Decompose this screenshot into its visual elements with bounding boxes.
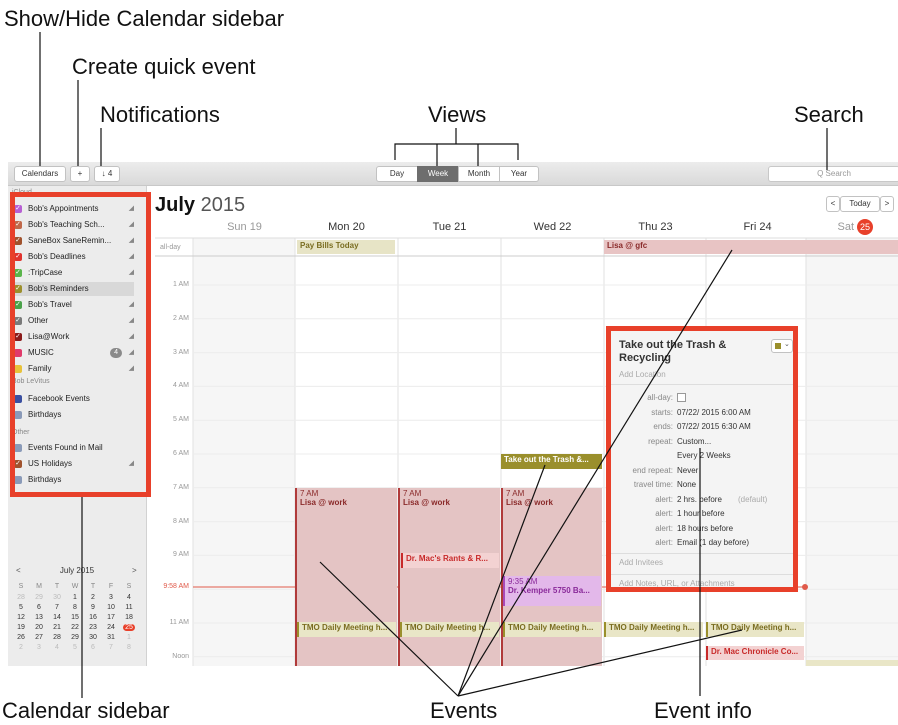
callout-leader-lines xyxy=(39,32,828,698)
